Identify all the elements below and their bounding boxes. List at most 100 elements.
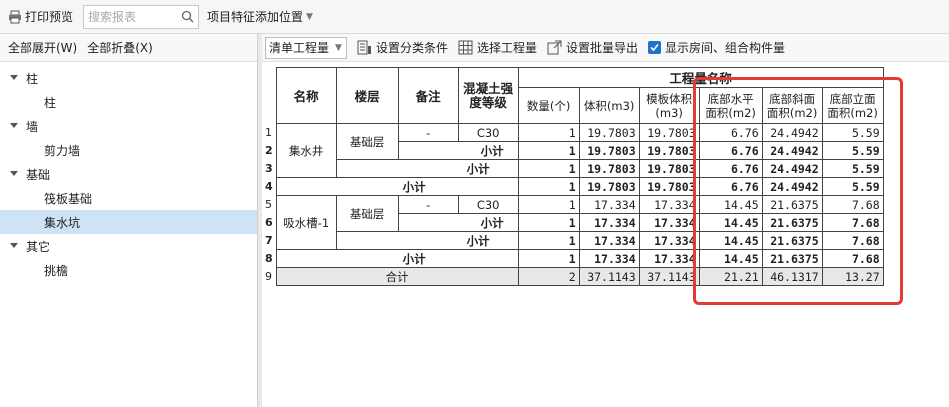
cell-subtotal[interactable]: 小计 — [275, 249, 519, 268]
expand-all-button[interactable]: 全部展开(W) — [8, 39, 77, 56]
cell-bottom-v[interactable]: 5.59 — [821, 159, 884, 178]
table-row[interactable]: 7 小计 1 17.334 17.334 14.45 21.6375 7.68 — [262, 231, 884, 250]
cell-count[interactable]: 1 — [517, 249, 580, 268]
cell-formwork[interactable]: 17.334 — [638, 213, 700, 232]
cell-name[interactable]: 集水井 — [275, 123, 337, 178]
cell-subtotal[interactable]: 小计 — [397, 213, 519, 232]
cell-formwork[interactable]: 19.7803 — [638, 159, 700, 178]
expanded-arrow-icon[interactable] — [10, 170, 18, 178]
cell-count[interactable]: 2 — [517, 267, 580, 286]
cell-volume[interactable]: 37.1143 — [578, 267, 640, 286]
cell-volume[interactable]: 17.334 — [578, 213, 640, 232]
cell-bottom-v[interactable]: 7.68 — [821, 213, 884, 232]
expanded-arrow-icon[interactable] — [10, 242, 18, 250]
cell-volume[interactable]: 19.7803 — [578, 123, 640, 142]
expanded-arrow-icon[interactable] — [10, 74, 18, 82]
cell-formwork[interactable]: 17.334 — [638, 195, 700, 214]
cell-floor[interactable]: 基础层 — [335, 195, 399, 232]
search-input[interactable]: 搜索报表 — [83, 4, 200, 29]
cell-bottom-v[interactable]: 13.27 — [821, 267, 884, 286]
cell-subtotal[interactable]: 小计 — [335, 231, 519, 250]
show-rooms-checkbox[interactable]: 显示房间、组合构件量 — [647, 39, 785, 56]
checkbox-checked-icon[interactable] — [647, 41, 661, 54]
tree-leaf-column[interactable]: 柱 — [0, 90, 257, 114]
cell-bottom-h[interactable]: 6.76 — [698, 177, 763, 196]
table-row[interactable]: 1 集水井 基础层 - C30 1 19.7803 19.7803 6.76 2… — [262, 123, 884, 178]
cell-count[interactable]: 1 — [517, 177, 580, 196]
cell-grade[interactable]: C30 — [457, 195, 519, 214]
tree-node-wall[interactable]: 墙 — [0, 114, 257, 138]
cell-bottom-h[interactable]: 6.76 — [698, 123, 763, 142]
tree-leaf-eave[interactable]: 挑檐 — [0, 258, 257, 282]
cell-floor[interactable]: 基础层 — [335, 123, 399, 160]
cell-volume[interactable]: 17.334 — [578, 231, 640, 250]
search-icon[interactable] — [181, 10, 194, 23]
cell-bottom-h[interactable]: 14.45 — [698, 213, 763, 232]
cell-bottom-v[interactable]: 5.59 — [821, 177, 884, 196]
cell-formwork[interactable]: 17.334 — [638, 231, 700, 250]
tree-leaf-raft-foundation[interactable]: 筏板基础 — [0, 186, 257, 210]
cell-bottom-h[interactable]: 6.76 — [698, 159, 763, 178]
cell-formwork[interactable]: 19.7803 — [638, 123, 700, 142]
set-category-button[interactable]: 设置分类条件 — [357, 39, 448, 56]
cell-note[interactable]: - — [397, 195, 459, 214]
cell-count[interactable]: 1 — [517, 231, 580, 250]
cell-formwork[interactable]: 19.7803 — [638, 177, 700, 196]
cell-bottom-s[interactable]: 21.6375 — [761, 249, 823, 268]
cell-total[interactable]: 合计 — [275, 267, 519, 286]
batch-export-button[interactable]: 设置批量导出 — [547, 39, 638, 56]
cell-subtotal[interactable]: 小计 — [397, 141, 519, 160]
tree-node-foundation[interactable]: 基础 — [0, 162, 257, 186]
cell-bottom-v[interactable]: 7.68 — [821, 249, 884, 268]
print-preview-button[interactable]: 打印预览 — [4, 5, 77, 29]
cell-bottom-s[interactable]: 21.6375 — [761, 195, 823, 214]
tree-node-other[interactable]: 其它 — [0, 234, 257, 258]
cell-bottom-s[interactable]: 24.4942 — [761, 141, 823, 160]
cell-bottom-v[interactable]: 5.59 — [821, 123, 884, 142]
cell-count[interactable]: 1 — [517, 159, 580, 178]
cell-grade[interactable]: C30 — [457, 123, 519, 142]
tree-node-column[interactable]: 柱 — [0, 66, 257, 90]
cell-count[interactable]: 1 — [517, 141, 580, 160]
cell-subtotal[interactable]: 小计 — [335, 159, 519, 178]
cell-bottom-s[interactable]: 21.6375 — [761, 231, 823, 250]
cell-bottom-s[interactable]: 46.1317 — [761, 267, 823, 286]
cell-bottom-h[interactable]: 6.76 — [698, 141, 763, 160]
cell-bottom-s[interactable]: 24.4942 — [761, 177, 823, 196]
table-row-total[interactable]: 9 合计 2 37.1143 37.1143 21.21 46.1317 13.… — [262, 267, 884, 286]
cell-count[interactable]: 1 — [517, 195, 580, 214]
feature-position-dropdown[interactable]: 项目特征添加位置 ▼ — [207, 8, 313, 25]
quantity-type-select[interactable]: 清单工程量 ▼ — [265, 36, 347, 59]
table-row[interactable]: 3 小计 1 19.7803 19.7803 6.76 24.4942 5.59 — [262, 159, 884, 178]
table-row[interactable]: 8 小计 1 17.334 17.334 14.45 21.6375 7.68 — [262, 249, 884, 268]
tree-leaf-sump-pit[interactable]: 集水坑 — [0, 210, 257, 234]
cell-volume[interactable]: 19.7803 — [578, 177, 640, 196]
cell-subtotal[interactable]: 小计 — [275, 177, 519, 196]
cell-bottom-v[interactable]: 5.59 — [821, 141, 884, 160]
cell-volume[interactable]: 17.334 — [578, 249, 640, 268]
cell-bottom-s[interactable]: 24.4942 — [761, 123, 823, 142]
cell-count[interactable]: 1 — [517, 123, 580, 142]
cell-bottom-h[interactable]: 14.45 — [698, 195, 763, 214]
cell-bottom-h[interactable]: 14.45 — [698, 231, 763, 250]
cell-bottom-s[interactable]: 21.6375 — [761, 213, 823, 232]
cell-volume[interactable]: 19.7803 — [578, 141, 640, 160]
table-row[interactable]: 4 小计 1 19.7803 19.7803 6.76 24.4942 5.59 — [262, 177, 884, 196]
cell-formwork[interactable]: 19.7803 — [638, 141, 700, 160]
cell-note[interactable]: - — [397, 123, 459, 142]
cell-bottom-h[interactable]: 21.21 — [698, 267, 763, 286]
cell-bottom-v[interactable]: 7.68 — [821, 231, 884, 250]
cell-bottom-v[interactable]: 7.68 — [821, 195, 884, 214]
cell-bottom-s[interactable]: 24.4942 — [761, 159, 823, 178]
cell-count[interactable]: 1 — [517, 213, 580, 232]
cell-formwork[interactable]: 17.334 — [638, 249, 700, 268]
expanded-arrow-icon[interactable] — [10, 122, 18, 130]
select-quantity-button[interactable]: 选择工程量 — [458, 39, 537, 56]
cell-name[interactable]: 吸水槽-1 — [275, 195, 337, 250]
cell-volume[interactable]: 19.7803 — [578, 159, 640, 178]
cell-formwork[interactable]: 37.1143 — [638, 267, 700, 286]
cell-bottom-h[interactable]: 14.45 — [698, 249, 763, 268]
table-row[interactable]: 5 吸水槽-1 基础层 - C30 1 17.334 17.334 14.45 … — [262, 195, 884, 250]
collapse-all-button[interactable]: 全部折叠(X) — [87, 39, 153, 56]
tree-leaf-shear-wall[interactable]: 剪力墙 — [0, 138, 257, 162]
